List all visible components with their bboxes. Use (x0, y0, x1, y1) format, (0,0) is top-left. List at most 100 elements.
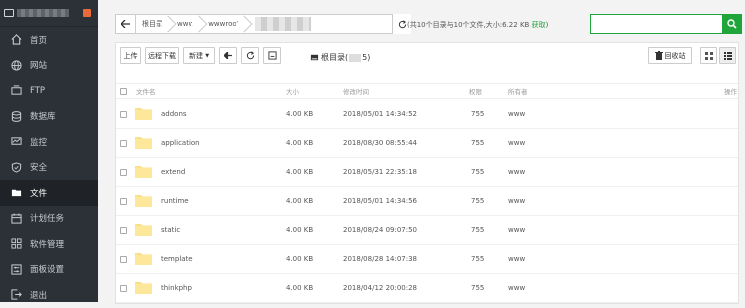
row-checkbox[interactable] (120, 285, 127, 292)
refresh-button[interactable] (241, 47, 259, 64)
table-row[interactable]: addons 4.00 KB 2018/05/01 14:34:52 755 www (116, 100, 738, 129)
file-perm[interactable]: 755 (471, 274, 484, 303)
table-row[interactable]: thinkphp 4.00 KB 2018/04/12 20:00:28 755 www (116, 274, 738, 303)
remote-download-button[interactable]: 远程下载 (145, 47, 179, 64)
sidebar-item-label: FTP (30, 85, 46, 96)
row-checkbox[interactable] (120, 111, 127, 118)
header-perm[interactable]: 权限 (469, 84, 482, 100)
sidebar-item-label: 计划任务 (30, 214, 65, 225)
file-panel: 上传 远程下载 新建 ▼ 根目录(5) 回收站 文件名 大小 修改时间 权限 … (115, 42, 739, 304)
upload-button[interactable]: 上传 (120, 47, 141, 64)
sidebar-item-label: 网站 (30, 61, 48, 72)
file-perm[interactable]: 755 (471, 245, 484, 274)
file-name[interactable]: static (161, 216, 180, 245)
arrow-left-icon (224, 52, 232, 59)
file-perm[interactable]: 755 (471, 158, 484, 187)
sidebar-item-8[interactable]: 软件管理 (0, 231, 98, 257)
sidebar-item-label: 面板设置 (30, 265, 65, 276)
file-mtime: 2018/08/28 14:07:38 (343, 255, 418, 263)
settings-icon (10, 263, 22, 275)
sidebar-item-10[interactable]: 退出 (0, 282, 98, 308)
file-name[interactable]: addons (161, 100, 187, 129)
notification-badge[interactable] (83, 9, 91, 17)
sidebar-item-2[interactable]: FTP (0, 78, 98, 104)
back-button[interactable] (116, 15, 136, 33)
file-owner[interactable]: www (508, 158, 525, 187)
breadcrumb-item-redacted[interactable] (255, 17, 312, 31)
file-owner[interactable]: www (508, 100, 525, 129)
row-checkbox[interactable] (120, 256, 127, 263)
terminal-button[interactable] (263, 47, 281, 64)
refresh-icon (398, 19, 406, 28)
file-name[interactable]: application (161, 129, 200, 158)
file-owner[interactable]: www (508, 274, 525, 303)
sidebar-item-0[interactable]: 首页 (0, 27, 98, 53)
list-view-button[interactable] (719, 47, 736, 64)
sidebar-item-4[interactable]: 监控 (0, 129, 98, 155)
table-row[interactable]: runtime 4.00 KB 2018/05/01 14:34:56 755 www (116, 187, 738, 216)
file-size: 4.00 KB (286, 168, 314, 176)
get-size-link[interactable]: 获取 (532, 21, 546, 29)
row-checkbox[interactable] (120, 169, 127, 176)
table-row[interactable]: application 4.00 KB 2018/08/30 08:55:44 755… (116, 129, 738, 158)
file-perm[interactable]: 755 (471, 216, 484, 245)
sidebar-item-3[interactable]: 数据库 (0, 104, 98, 130)
breadcrumb-item-root[interactable]: 根目录 (136, 15, 171, 33)
header-owner[interactable]: 所有者 (508, 84, 528, 100)
row-checkbox[interactable] (120, 198, 127, 205)
row-checkbox[interactable] (120, 140, 127, 147)
file-perm[interactable]: 755 (471, 129, 484, 158)
sidebar-item-1[interactable]: 网站 (0, 53, 98, 79)
file-name[interactable]: runtime (161, 187, 189, 216)
root-label-redacted (349, 53, 362, 62)
search-icon (727, 19, 737, 29)
sidebar-item-label: 数据库 (30, 112, 56, 123)
main-content: 根目录 www wwwroot (共10个目录与10个文件,大小:6.22 KB… (98, 0, 745, 304)
database-icon (10, 110, 22, 122)
grid-view-button[interactable] (700, 47, 717, 64)
header-mtime[interactable]: 修改时间 (343, 84, 369, 100)
folder-icon (135, 224, 152, 236)
sidebar-item-label: 监控 (30, 137, 48, 148)
row-checkbox[interactable] (120, 227, 127, 234)
sidebar-item-9[interactable]: 面板设置 (0, 257, 98, 283)
root-label-prefix: 根目录( (321, 53, 349, 62)
header-size[interactable]: 大小 (286, 84, 299, 100)
recycle-bin-button[interactable]: 回收站 (648, 47, 692, 64)
file-owner[interactable]: www (508, 245, 525, 274)
sidebar-item-5[interactable]: 安全 (0, 155, 98, 181)
file-owner[interactable]: www (508, 216, 525, 245)
file-name[interactable]: template (161, 245, 193, 274)
file-size: 4.00 KB (286, 110, 314, 118)
file-perm[interactable]: 755 (471, 187, 484, 216)
sidebar-item-7[interactable]: 计划任务 (0, 206, 98, 232)
grid-view-icon (704, 51, 713, 60)
table-row[interactable]: template 4.00 KB 2018/08/28 14:07:38 755 www (116, 245, 738, 274)
search-button[interactable] (722, 14, 742, 34)
sidebar-item-label: 首页 (30, 35, 48, 46)
breadcrumb: 根目录 www wwwroot (115, 14, 410, 34)
globe-icon (10, 59, 22, 71)
header-name[interactable]: 文件名 (136, 84, 156, 100)
new-label: 新建 (188, 51, 203, 60)
folder-icon (135, 137, 152, 149)
sidebar-item-6[interactable]: 文件 (0, 180, 98, 206)
file-name[interactable]: thinkphp (161, 274, 192, 303)
path-bar: 根目录 www wwwroot (共10个目录与10个文件,大小:6.22 KB… (115, 14, 742, 34)
sidebar-item-label: 安全 (30, 163, 48, 174)
file-owner[interactable]: www (508, 187, 525, 216)
new-dropdown-button[interactable]: 新建 ▼ (183, 47, 215, 64)
table-row[interactable]: extend 4.00 KB 2018/05/31 22:35:18 755 www (116, 158, 738, 187)
header-ops: 操作 (724, 88, 737, 96)
select-all-checkbox[interactable] (120, 88, 127, 95)
sidebar-menu: 首页网站 FTP 数据库监控安全文件计划任务软件管理面板设置退出 (0, 27, 98, 308)
file-name[interactable]: extend (161, 158, 185, 187)
search-input[interactable] (590, 14, 742, 34)
breadcrumb-item-wwwroot[interactable]: wwwroot (202, 15, 247, 33)
file-owner[interactable]: www (508, 129, 525, 158)
ftp-icon (10, 85, 22, 97)
table-row[interactable]: static 4.00 KB 2018/08/24 09:07:50 755 www (116, 216, 738, 245)
go-back-button[interactable] (219, 47, 237, 64)
file-perm[interactable]: 755 (471, 100, 484, 129)
root-disk-label[interactable]: 根目录(5) (310, 52, 370, 63)
